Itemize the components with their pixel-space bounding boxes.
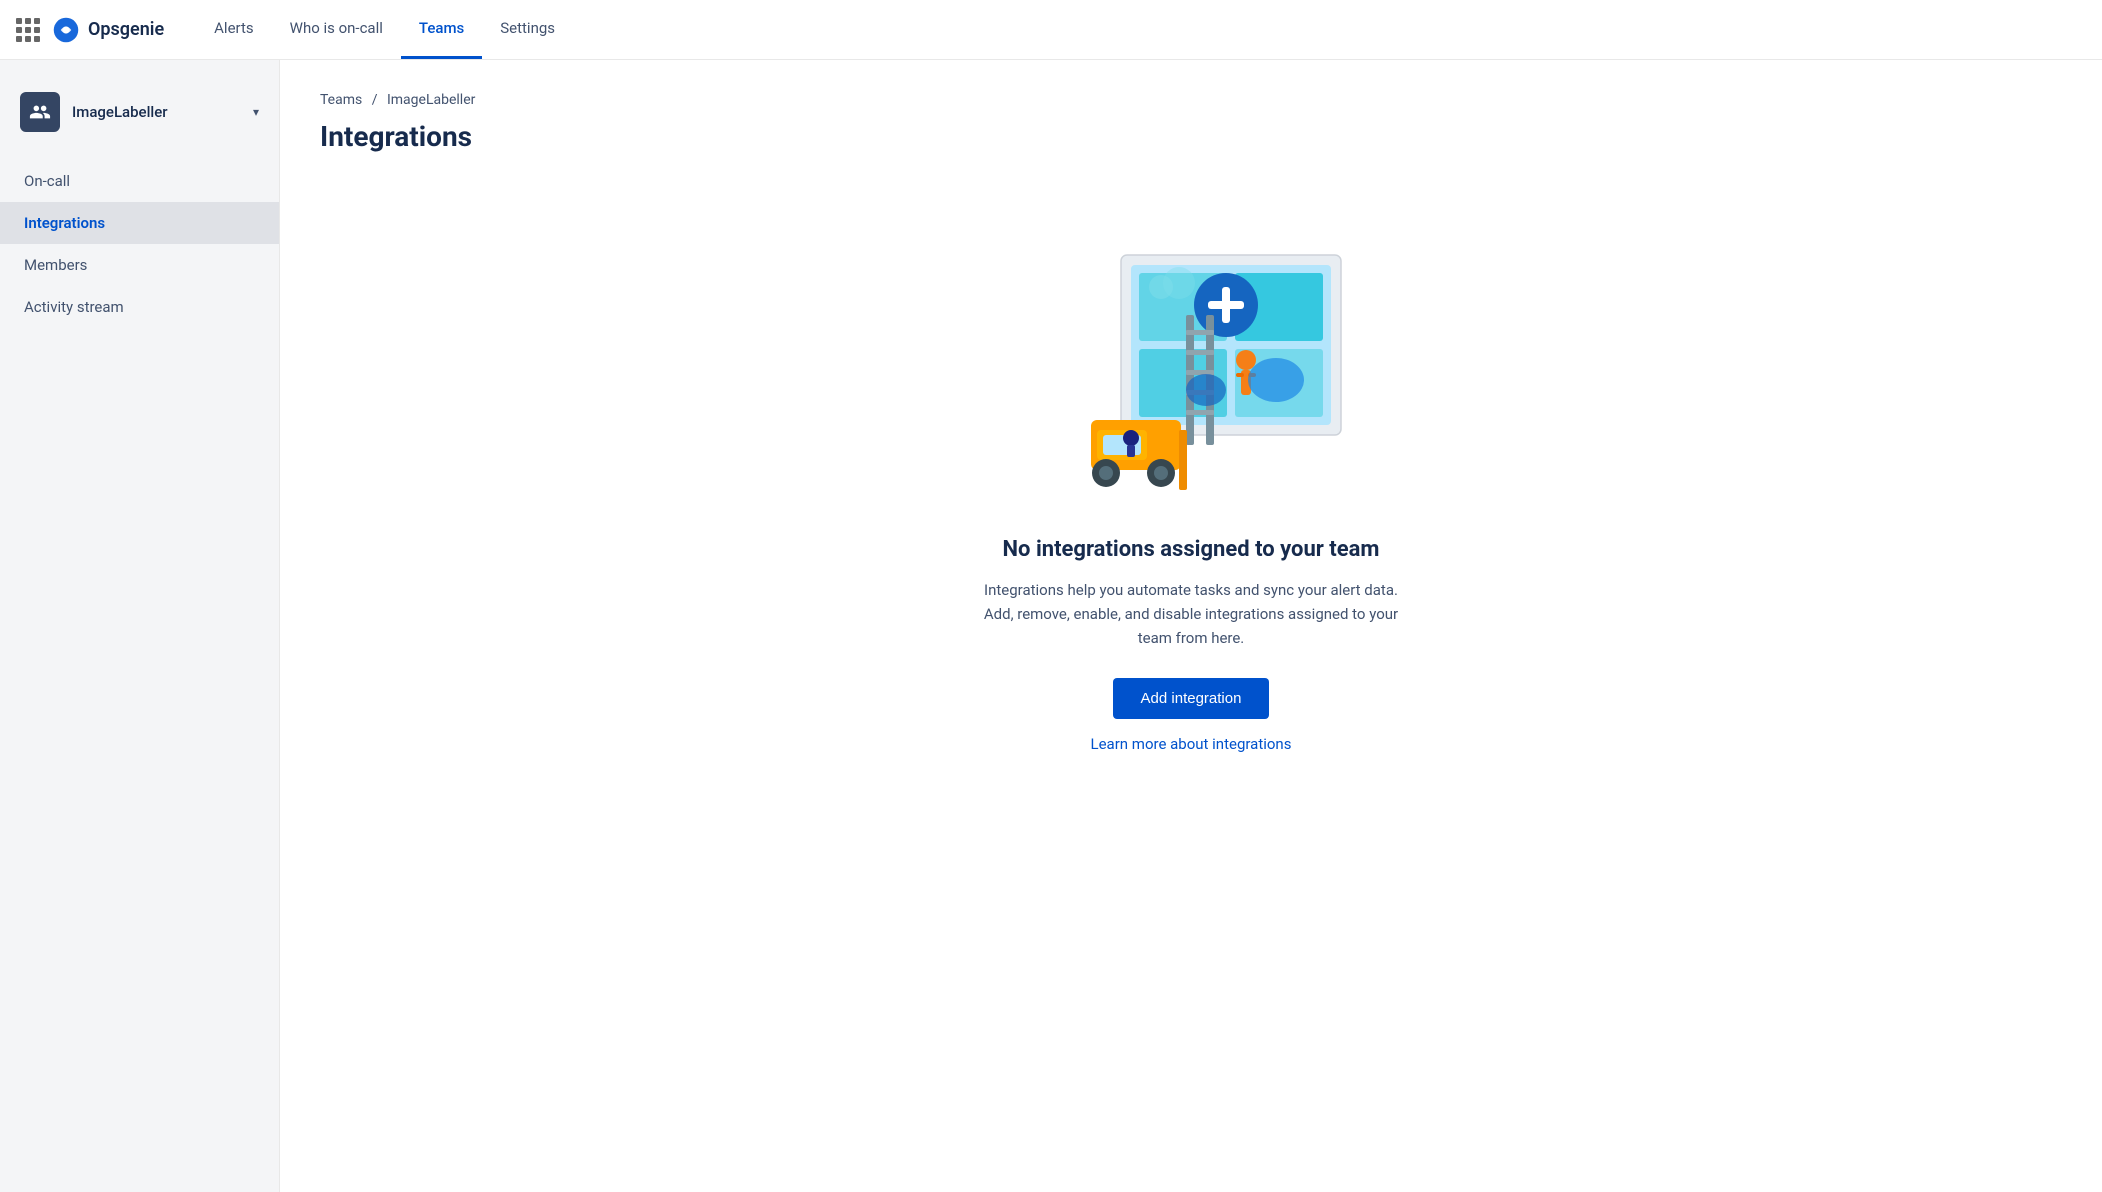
chevron-down-icon: ▾ xyxy=(253,105,259,119)
empty-illustration xyxy=(1031,225,1351,505)
breadcrumb-parent[interactable]: Teams xyxy=(320,92,362,108)
sidebar-nav: On-call Integrations Members Activity st… xyxy=(0,152,279,336)
page-title: Integrations xyxy=(320,120,2062,153)
opsgenie-logo-icon xyxy=(52,16,80,44)
top-navigation: Opsgenie Alerts Who is on-call Teams Set… xyxy=(0,0,2102,60)
sidebar-item-integrations[interactable]: Integrations xyxy=(0,202,279,244)
nav-links: Alerts Who is on-call Teams Settings xyxy=(196,0,573,59)
breadcrumb-current: ImageLabeller xyxy=(387,92,475,108)
logo[interactable]: Opsgenie xyxy=(52,16,164,44)
learn-more-link[interactable]: Learn more about integrations xyxy=(1091,735,1292,753)
breadcrumb: Teams / ImageLabeller xyxy=(320,92,2062,108)
nav-teams[interactable]: Teams xyxy=(401,0,482,59)
add-integration-button[interactable]: Add integration xyxy=(1113,678,1270,719)
sidebar-item-on-call[interactable]: On-call xyxy=(0,160,279,202)
page-layout: ImageLabeller ▾ On-call Integrations Mem… xyxy=(0,60,2102,1192)
app-grid-icon[interactable] xyxy=(16,18,40,42)
sidebar-item-activity-stream[interactable]: Activity stream xyxy=(0,286,279,328)
nav-who-is-on-call[interactable]: Who is on-call xyxy=(272,0,401,59)
logo-text: Opsgenie xyxy=(88,19,164,40)
breadcrumb-separator: / xyxy=(372,92,378,108)
sidebar: ImageLabeller ▾ On-call Integrations Mem… xyxy=(0,60,280,1192)
nav-settings[interactable]: Settings xyxy=(482,0,573,59)
sidebar-item-members[interactable]: Members xyxy=(0,244,279,286)
empty-state: No integrations assigned to your team In… xyxy=(891,185,1491,793)
empty-state-title: No integrations assigned to your team xyxy=(1003,537,1380,562)
main-content: Teams / ImageLabeller Integrations xyxy=(280,60,2102,1192)
empty-state-description: Integrations help you automate tasks and… xyxy=(981,578,1401,650)
team-icon xyxy=(29,101,51,123)
team-header[interactable]: ImageLabeller ▾ xyxy=(0,80,279,144)
nav-alerts[interactable]: Alerts xyxy=(196,0,272,59)
team-name: ImageLabeller xyxy=(72,103,253,121)
team-avatar xyxy=(20,92,60,132)
